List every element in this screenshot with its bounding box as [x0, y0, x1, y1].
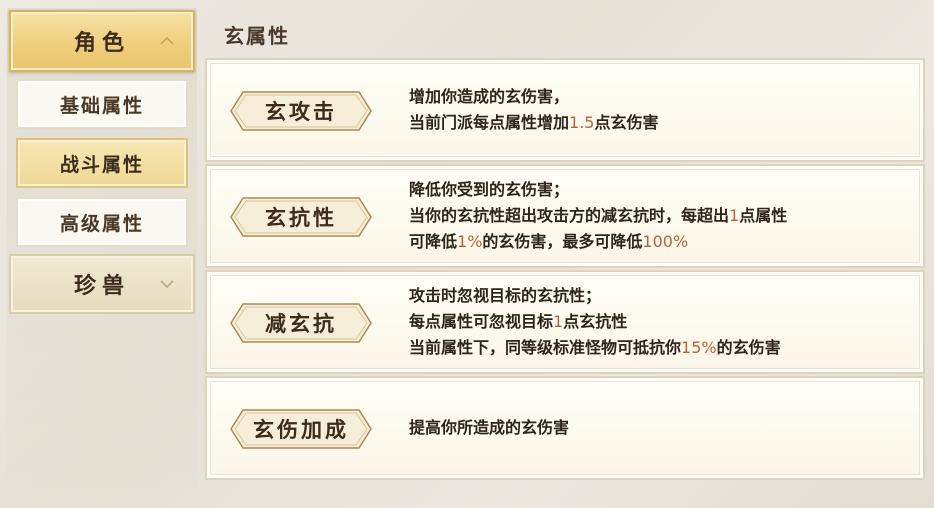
attribute-tag: 玄伤加成	[229, 408, 373, 450]
attribute-row-xuan-resistance: 玄抗性 降低你受到的玄伤害； 当你的玄抗性超出攻击方的减玄抗时，每超出1点属性 …	[205, 164, 925, 268]
sidebar-item-label: 高级属性	[59, 212, 144, 235]
desc-line: 每点属性可忽视目标1点玄抗性	[409, 309, 903, 335]
attribute-tag-label: 玄攻击	[265, 99, 337, 124]
desc-text: 降低你受到的玄伤害；	[409, 180, 570, 199]
category-role-label: 角色	[73, 30, 130, 56]
section-title: 玄属性	[224, 24, 290, 48]
desc-number: 1.5	[569, 113, 595, 132]
desc-number: 1	[553, 312, 564, 331]
desc-text: 点玄伤害	[594, 113, 659, 132]
desc-text: 攻击时忽视目标的玄抗性；	[409, 286, 602, 305]
desc-text: 的玄伤害，最多可降低	[482, 232, 643, 251]
desc-line: 提高你所造成的玄伤害	[409, 415, 903, 441]
sidebar-item-combat-attributes[interactable]: 战斗属性	[16, 138, 188, 188]
desc-text: 当前属性下，同等级标准怪物可抵抗你	[409, 338, 682, 357]
desc-text: 当前门派每点属性增加	[409, 113, 570, 132]
desc-text: 点属性	[739, 206, 788, 225]
attribute-description: 提高你所造成的玄伤害	[409, 378, 903, 478]
desc-line: 攻击时忽视目标的玄抗性；	[409, 283, 903, 309]
attribute-description: 降低你受到的玄伤害； 当你的玄抗性超出攻击方的减玄抗时，每超出1点属性 可降低1…	[409, 166, 903, 266]
attribute-description: 攻击时忽视目标的玄抗性； 每点属性可忽视目标1点玄抗性 当前属性下，同等级标准怪…	[409, 272, 903, 372]
desc-line: 增加你造成的玄伤害，	[409, 84, 903, 110]
attribute-tag-label: 减玄抗	[265, 311, 337, 336]
attribute-tag: 玄攻击	[229, 90, 373, 132]
attribute-row-xuan-damage-bonus: 玄伤加成 提高你所造成的玄伤害	[205, 376, 925, 480]
desc-number: 15%	[681, 338, 717, 357]
sidebar: 角色 基础属性 战斗属性 高级属性 珍兽	[7, 8, 197, 488]
desc-text: 增加你造成的玄伤害，	[409, 87, 570, 106]
desc-number: 1	[729, 206, 740, 225]
sidebar-item-basic-attributes[interactable]: 基础属性	[16, 79, 188, 129]
sidebar-item-label: 基础属性	[59, 94, 144, 117]
attribute-tag: 减玄抗	[229, 302, 373, 344]
attribute-tag: 玄抗性	[229, 196, 373, 238]
sidebar-item-label: 战斗属性	[59, 153, 144, 176]
attribute-tag-label: 玄抗性	[265, 205, 337, 230]
sidebar-item-advanced-attributes[interactable]: 高级属性	[16, 197, 188, 247]
desc-line: 降低你受到的玄伤害；	[409, 177, 903, 203]
chevron-up-icon	[160, 36, 174, 45]
desc-line: 当你的玄抗性超出攻击方的减玄抗时，每超出1点属性	[409, 203, 903, 229]
desc-text: 可降低	[409, 232, 458, 251]
desc-text: 点玄抗性	[563, 312, 628, 331]
attribute-list: 玄攻击 增加你造成的玄伤害， 当前门派每点属性增加1.5点玄伤害 玄抗性 降低你…	[205, 54, 927, 486]
desc-line: 当前门派每点属性增加1.5点玄伤害	[409, 110, 903, 136]
category-role[interactable]: 角色	[9, 10, 195, 72]
desc-number: 100%	[642, 232, 689, 251]
desc-line: 可降低1%的玄伤害，最多可降低100%	[409, 229, 903, 255]
chevron-down-icon	[160, 280, 174, 289]
desc-text: 当你的玄抗性超出攻击方的减玄抗时，每超出	[409, 206, 730, 225]
desc-text: 提高你所造成的玄伤害	[409, 418, 570, 437]
attribute-description: 增加你造成的玄伤害， 当前门派每点属性增加1.5点玄伤害	[409, 60, 903, 160]
attribute-row-reduce-xuan-resistance: 减玄抗 攻击时忽视目标的玄抗性； 每点属性可忽视目标1点玄抗性 当前属性下，同等…	[205, 270, 925, 374]
desc-line: 当前属性下，同等级标准怪物可抵抗你15%的玄伤害	[409, 335, 903, 361]
category-beast[interactable]: 珍兽	[9, 254, 195, 314]
desc-text: 的玄伤害	[716, 338, 781, 357]
desc-number: 1%	[457, 232, 483, 251]
desc-text: 每点属性可忽视目标	[409, 312, 554, 331]
category-beast-label: 珍兽	[73, 273, 130, 299]
attribute-tag-label: 玄伤加成	[253, 417, 349, 442]
attribute-row-xuan-attack: 玄攻击 增加你造成的玄伤害， 当前门派每点属性增加1.5点玄伤害	[205, 58, 925, 162]
